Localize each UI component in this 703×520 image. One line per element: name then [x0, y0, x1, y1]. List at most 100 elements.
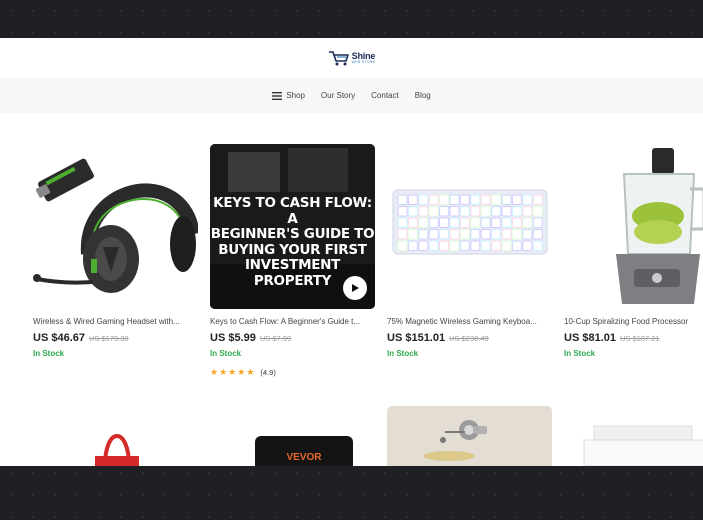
keycap: [459, 206, 470, 217]
keycap: [491, 229, 502, 240]
keycap: [470, 229, 481, 240]
product-title[interactable]: Keys to Cash Flow: A Beginner's Guide t.…: [210, 317, 375, 326]
keycap: [439, 229, 450, 240]
keycap: [397, 194, 408, 205]
product-price: US $81.01: [564, 332, 616, 344]
keycap: [491, 240, 502, 251]
keycap: [480, 240, 491, 251]
product-image-lamp[interactable]: [387, 406, 552, 466]
vevor-case-label: VEVOR: [255, 436, 353, 466]
nav-our-story-label: Our Story: [320, 91, 356, 100]
keycap: [407, 194, 418, 205]
store-page: Shine WEB STORE Shop Our Story Contact B…: [0, 38, 703, 466]
product-title[interactable]: Wireless & Wired Gaming Headset with...: [33, 317, 198, 326]
stock-status: In Stock: [387, 349, 419, 358]
product-title[interactable]: 75% Magnetic Wireless Gaming Keyboa...: [387, 317, 552, 326]
product-price: US $46.67: [33, 332, 85, 344]
product-image-headset[interactable]: [33, 144, 198, 309]
keycap: [418, 240, 429, 251]
product-old-price: US $7.99: [259, 334, 292, 343]
nav-shop[interactable]: Shop: [272, 91, 305, 100]
stock-status: In Stock: [33, 349, 65, 358]
keycap: [407, 240, 418, 251]
keycap: [501, 240, 512, 251]
keycap: [439, 206, 450, 217]
product-image-bag[interactable]: [33, 406, 198, 466]
logo-bar: Shine WEB STORE: [0, 38, 703, 78]
keycap: [532, 194, 543, 205]
cover-line: BUYING YOUR FIRST: [218, 241, 367, 258]
product-image-plates[interactable]: [564, 406, 703, 466]
keycap: [491, 194, 502, 205]
keycap: [532, 240, 543, 251]
star-icon: ★: [219, 367, 228, 377]
nav-shop-label: Shop: [286, 91, 305, 100]
keycap: [449, 240, 460, 251]
keycap: [480, 206, 491, 217]
keycap: [428, 194, 439, 205]
keycap: [397, 206, 408, 217]
ebook-cover-title: KEYS TO CASH FLOW: A BEGINNER'S GUIDE TO…: [210, 195, 375, 289]
keycap: [511, 240, 522, 251]
star-icon: ★: [228, 367, 237, 377]
keycap: [522, 217, 533, 228]
product-card[interactable]: 10-Cup Spiralizing Food Processor US $81…: [564, 144, 703, 378]
keycap: [480, 229, 491, 240]
nav-blog-label: Blog: [414, 91, 431, 100]
keycap: [501, 206, 512, 217]
keycap: [470, 217, 481, 228]
keycap: [418, 206, 429, 217]
keycap: [397, 240, 408, 251]
keycap: [428, 229, 439, 240]
keycap: [522, 206, 533, 217]
product-card[interactable]: Wireless & Wired Gaming Headset with... …: [33, 144, 198, 378]
product-old-price: US $187.21: [619, 334, 660, 343]
main-nav: Shop Our Story Contact Blog: [0, 78, 703, 113]
nav-our-story[interactable]: Our Story: [321, 91, 355, 100]
product-card[interactable]: KEYS TO CASH FLOW: A BEGINNER'S GUIDE TO…: [210, 144, 375, 378]
cover-line: KEYS TO CASH FLOW: A: [213, 195, 372, 227]
keycap: [449, 206, 460, 217]
keycap: [532, 206, 543, 217]
keycap: [511, 206, 522, 217]
nav-contact[interactable]: Contact: [371, 91, 399, 100]
nav-blog[interactable]: Blog: [415, 91, 431, 100]
keycap: [449, 194, 460, 205]
keycap: [439, 194, 450, 205]
keycap: [418, 194, 429, 205]
cover-line: BEGINNER'S GUIDE TO: [210, 226, 375, 242]
product-old-price: US $179.30: [88, 334, 129, 343]
keycap: [397, 229, 408, 240]
product-image-keyboard[interactable]: [387, 144, 552, 309]
keycap: [470, 194, 481, 205]
product-title[interactable]: 10-Cup Spiralizing Food Processor: [564, 317, 703, 326]
product-price: US $5.99: [210, 332, 256, 344]
keycap: [480, 194, 491, 205]
product-grid: Wireless & Wired Gaming Headset with... …: [33, 144, 703, 378]
product-old-price: US $238.49: [449, 334, 489, 343]
product-image-toolcase[interactable]: VEVOR: [210, 406, 375, 466]
keycap: [522, 194, 533, 205]
keycap: [532, 229, 543, 240]
keycap: [407, 217, 418, 228]
keycap: [470, 206, 481, 217]
cart-icon: [328, 51, 349, 66]
play-button[interactable]: [343, 276, 367, 300]
keycap: [428, 217, 439, 228]
keycap: [439, 217, 450, 228]
keycap: [501, 194, 512, 205]
product-image-ebook-cover[interactable]: KEYS TO CASH FLOW: A BEGINNER'S GUIDE TO…: [210, 144, 375, 309]
keycap: [501, 229, 512, 240]
stock-status: In Stock: [564, 349, 596, 358]
product-price: US $151.01: [387, 332, 446, 344]
keycap: [407, 229, 418, 240]
product-image-food-processor[interactable]: [564, 144, 703, 309]
keycap: [418, 217, 429, 228]
store-logo[interactable]: Shine WEB STORE: [328, 50, 375, 66]
keycap: [522, 240, 533, 251]
keycap: [480, 217, 491, 228]
keycap: [428, 240, 439, 251]
product-rating: ★ ★ ★ ★ ★ (4.9): [210, 367, 375, 378]
product-card[interactable]: 75% Magnetic Wireless Gaming Keyboa... U…: [387, 144, 552, 378]
keycap: [459, 229, 470, 240]
